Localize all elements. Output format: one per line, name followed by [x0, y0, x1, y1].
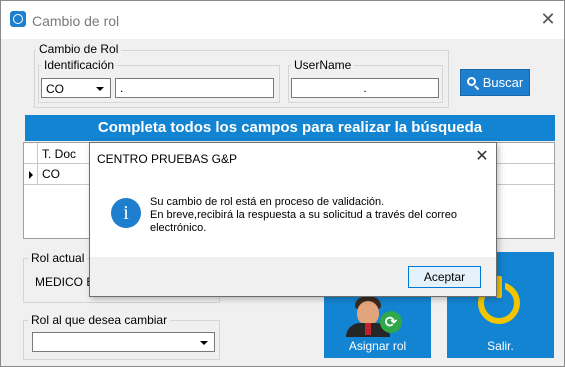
cell-tdoc[interactable]: CO	[42, 167, 60, 181]
rol-actual-label: Rol actual	[28, 251, 88, 265]
ok-button[interactable]: Aceptar	[408, 266, 481, 288]
rol-cambiar-label: Rol al que desea cambiar	[28, 313, 171, 327]
exit-label: Salir.	[487, 339, 514, 353]
rol-actual-value: MEDICO E	[35, 275, 95, 289]
app-icon	[10, 11, 26, 27]
cambio-rol-group-label: Cambio de Rol	[36, 42, 122, 56]
dialog-message-line2: En breve,recibirá la respuesta a su soli…	[150, 209, 457, 234]
chevron-down-icon	[96, 87, 104, 91]
window-title: Cambio de rol	[32, 13, 120, 29]
info-icon: i	[111, 198, 141, 228]
username-input[interactable]: .	[291, 78, 439, 98]
search-button-label: Buscar	[482, 75, 524, 90]
id-number-input[interactable]: .	[115, 78, 274, 98]
dialog-title: CENTRO PRUEBAS G&P	[97, 152, 238, 166]
sync-icon	[380, 311, 402, 333]
search-icon	[466, 76, 480, 90]
username-label: UserName	[291, 58, 355, 72]
message-dialog: CENTRO PRUEBAS G&P ✕ i Su cambio de rol …	[89, 142, 497, 297]
user-icon-tie	[365, 323, 371, 335]
close-icon[interactable]: ✕	[539, 10, 557, 28]
dialog-footer: Aceptar	[90, 257, 496, 296]
close-icon[interactable]: ✕	[473, 148, 491, 166]
identificacion-label: Identificación	[41, 58, 118, 72]
title-bar: Cambio de rol ✕	[1, 1, 564, 39]
dialog-message: Su cambio de rol está en proceso de vali…	[150, 196, 490, 235]
dialog-message-line1: Su cambio de rol está en proceso de vali…	[150, 196, 385, 208]
user-icon	[357, 301, 379, 325]
chevron-down-icon	[200, 341, 208, 345]
main-window: Cambio de rol ✕ Cambio de Rol Identifica…	[0, 0, 565, 367]
column-header-tdoc[interactable]: T. Doc	[42, 147, 76, 161]
id-type-select[interactable]: CO	[41, 78, 111, 98]
search-button[interactable]: Buscar	[460, 69, 530, 96]
instruction-banner: Completa todos los campos para realizar …	[25, 115, 555, 141]
assign-role-label: Asignar rol	[348, 339, 407, 353]
id-type-value: CO	[46, 82, 64, 96]
rol-cambiar-select[interactable]	[32, 332, 215, 352]
row-header-column	[24, 143, 38, 185]
